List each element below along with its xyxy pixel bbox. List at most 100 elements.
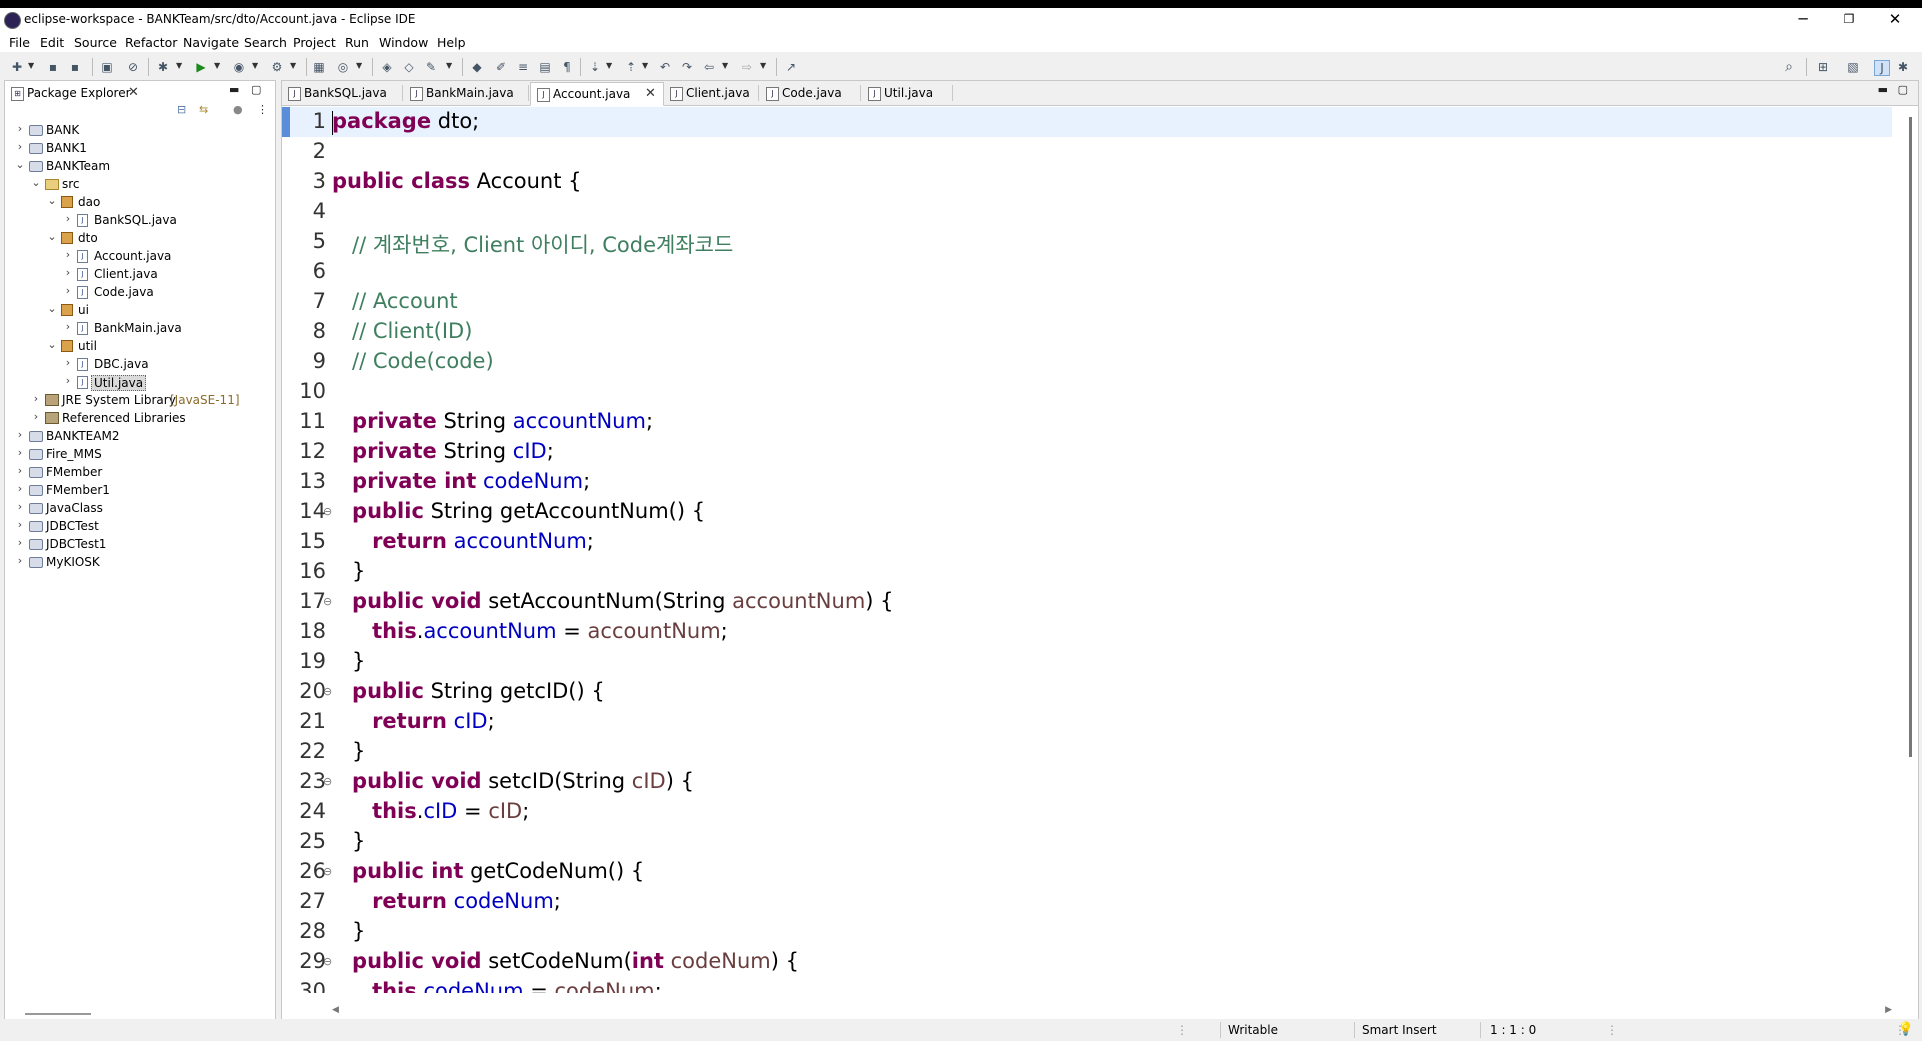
menu-window[interactable]: Window (379, 35, 428, 50)
code-line[interactable]: 22 } (282, 737, 1892, 767)
open-perspective-icon[interactable]: ⊞ (1816, 60, 1830, 74)
chevron-right-icon[interactable]: › (63, 374, 73, 387)
java-perspective-icon[interactable]: J (1874, 60, 1890, 76)
tree-item[interactable]: › BANK (5, 121, 273, 139)
link-with-editor-icon[interactable]: ⇆ (199, 103, 208, 116)
maximize-editor-icon[interactable]: ▢ (1898, 83, 1908, 96)
chevron-right-icon[interactable]: › (15, 464, 25, 477)
minimize-button[interactable]: ─ (1780, 8, 1826, 32)
tree-item[interactable]: › BANKTEAM2 (5, 427, 273, 445)
collapse-all-icon[interactable]: ⊟ (177, 103, 186, 116)
code-line[interactable]: 11 private String accountNum; (282, 407, 1892, 437)
code-line[interactable]: 10 (282, 377, 1892, 407)
terminal-icon[interactable]: ▣ (100, 60, 114, 74)
code-line[interactable]: 20 ⊖ public String getcID() { (282, 677, 1892, 707)
code-line[interactable]: 29 ⊖ public void setCodeNum(int codeNum) … (282, 947, 1892, 977)
chevron-down-icon[interactable]: ⌄ (15, 158, 25, 171)
tab-client[interactable]: J Client.java (664, 82, 758, 104)
tab-util[interactable]: J Util.java (862, 82, 952, 104)
code-line[interactable]: 4 (282, 197, 1892, 227)
maximize-view-icon[interactable]: ▢ (251, 83, 261, 96)
fold-toggle-icon[interactable]: ⊖ (323, 505, 332, 518)
code-line[interactable]: 12 private String cID; (282, 437, 1892, 467)
tree-item[interactable]: › J Client.java (5, 265, 273, 283)
show-whitespace-icon[interactable]: ¶ (560, 60, 574, 74)
last-edit-icon[interactable]: ↶ (658, 60, 672, 74)
chevron-right-icon[interactable]: › (15, 482, 25, 495)
fold-toggle-icon[interactable]: ⊖ (323, 865, 332, 878)
menu-run[interactable]: Run (345, 35, 369, 50)
highlight-icon[interactable]: ✐ (494, 60, 508, 74)
forward-icon[interactable]: ⇨ (740, 60, 754, 74)
tree-item[interactable]: › FMember1 (5, 481, 273, 499)
code-line[interactable]: 13 private int codeNum; (282, 467, 1892, 497)
tree-item[interactable]: › J BankMain.java (5, 319, 273, 337)
run-icon[interactable]: ▶ (194, 60, 208, 74)
code-line[interactable]: 5 // 계좌번호, Client 아이디, Code계좌코드 (282, 227, 1892, 257)
tree-item[interactable]: › Referenced Libraries (5, 409, 273, 427)
code-line[interactable]: 21 return cID; (282, 707, 1892, 737)
code-line[interactable]: 2 (282, 137, 1892, 167)
menu-navigate[interactable]: Navigate (183, 35, 239, 50)
save-all-icon[interactable]: ▪ (68, 60, 82, 74)
code-line[interactable]: 24 this.cID = cID; (282, 797, 1892, 827)
next-annotation-icon[interactable]: ⇣ (588, 60, 602, 74)
code-line[interactable]: 3 public class Account { (282, 167, 1892, 197)
code-line[interactable]: 28 } (282, 917, 1892, 947)
menu-refactor[interactable]: Refactor (125, 35, 177, 50)
package-explorer-tab[interactable]: ⊞ Package Explorer ✕ (7, 83, 143, 104)
chevron-right-icon[interactable]: › (63, 284, 73, 297)
chevron-right-icon[interactable]: › (63, 212, 73, 225)
menu-search[interactable]: Search (244, 35, 287, 50)
prev-annotation-icon[interactable]: ⇡ (624, 60, 638, 74)
external-tools-icon[interactable]: ⚙ (270, 60, 284, 74)
close-view-icon[interactable]: ✕ (128, 85, 139, 100)
tip-bulb-icon[interactable]: 💡 (1898, 1022, 1914, 1037)
back-icon[interactable]: ⇦ (702, 60, 716, 74)
search-icon[interactable]: ⌕ (1782, 60, 1796, 74)
restore-button[interactable]: ❐ (1826, 8, 1872, 32)
tree-item[interactable]: › JRE System Library [JavaSE-11] (5, 391, 273, 409)
menu-source[interactable]: Source (74, 35, 117, 50)
chevron-right-icon[interactable]: › (31, 392, 41, 405)
debug-icon[interactable]: ✱ (156, 60, 170, 74)
view-menu-icon[interactable]: ⋮ (257, 103, 268, 116)
code-line[interactable]: 15 return accountNum; (282, 527, 1892, 557)
chevron-right-icon[interactable]: › (15, 122, 25, 135)
tree-item[interactable]: › FMember (5, 463, 273, 481)
tree-item[interactable]: › J DBC.java (5, 355, 273, 373)
vertical-scrollbar[interactable] (1909, 117, 1912, 757)
code-line[interactable]: 25 } (282, 827, 1892, 857)
tab-code[interactable]: J Code.java (760, 82, 860, 104)
tab-banksql[interactable]: J BankSQL.java (282, 82, 402, 104)
chevron-right-icon[interactable]: › (15, 446, 25, 459)
code-line[interactable]: 6 (282, 257, 1892, 287)
tree-item[interactable]: › MyKIOSK (5, 553, 273, 571)
new-icon[interactable]: ✚ (10, 60, 24, 74)
chevron-right-icon[interactable]: › (31, 410, 41, 423)
minimize-view-icon[interactable]: ▬ (229, 83, 239, 96)
chevron-down-icon[interactable]: ⌄ (47, 194, 57, 207)
fold-toggle-icon[interactable]: ⊖ (323, 685, 332, 698)
save-icon[interactable]: ▪ (46, 60, 60, 74)
chevron-right-icon[interactable]: › (63, 248, 73, 261)
tree-item[interactable]: ⌄ ui (5, 301, 273, 319)
new-java-class-icon[interactable]: ◎ (336, 60, 350, 74)
code-line[interactable]: 17 ⊖ public void setAccountNum(String acc… (282, 587, 1892, 617)
code-line[interactable]: 9 // Code(code) (282, 347, 1892, 377)
menu-project[interactable]: Project (293, 35, 336, 50)
chevron-down-icon[interactable]: ⌄ (47, 302, 57, 315)
tree-item[interactable]: ⌄ src (5, 175, 273, 193)
tree-item[interactable]: › JDBCTest1 (5, 535, 273, 553)
toggle-breadcrumb-icon[interactable]: ◆ (470, 60, 484, 74)
code-line[interactable]: 23 ⊖ public void setcID(String cID) { (282, 767, 1892, 797)
code-line[interactable]: 16 } (282, 557, 1892, 587)
debug-perspective-icon[interactable]: ✱ (1896, 60, 1910, 74)
chevron-right-icon[interactable]: › (63, 266, 73, 279)
chevron-down-icon[interactable]: ⌄ (47, 230, 57, 243)
code-line[interactable]: 19 } (282, 647, 1892, 677)
code-line[interactable]: 30 this.codeNum = codeNum; (282, 977, 1892, 993)
tab-bankmain[interactable]: J BankMain.java (404, 82, 528, 104)
tree-item[interactable]: ⌄ BANKTeam (5, 157, 273, 175)
code-line[interactable]: 7 // Account (282, 287, 1892, 317)
